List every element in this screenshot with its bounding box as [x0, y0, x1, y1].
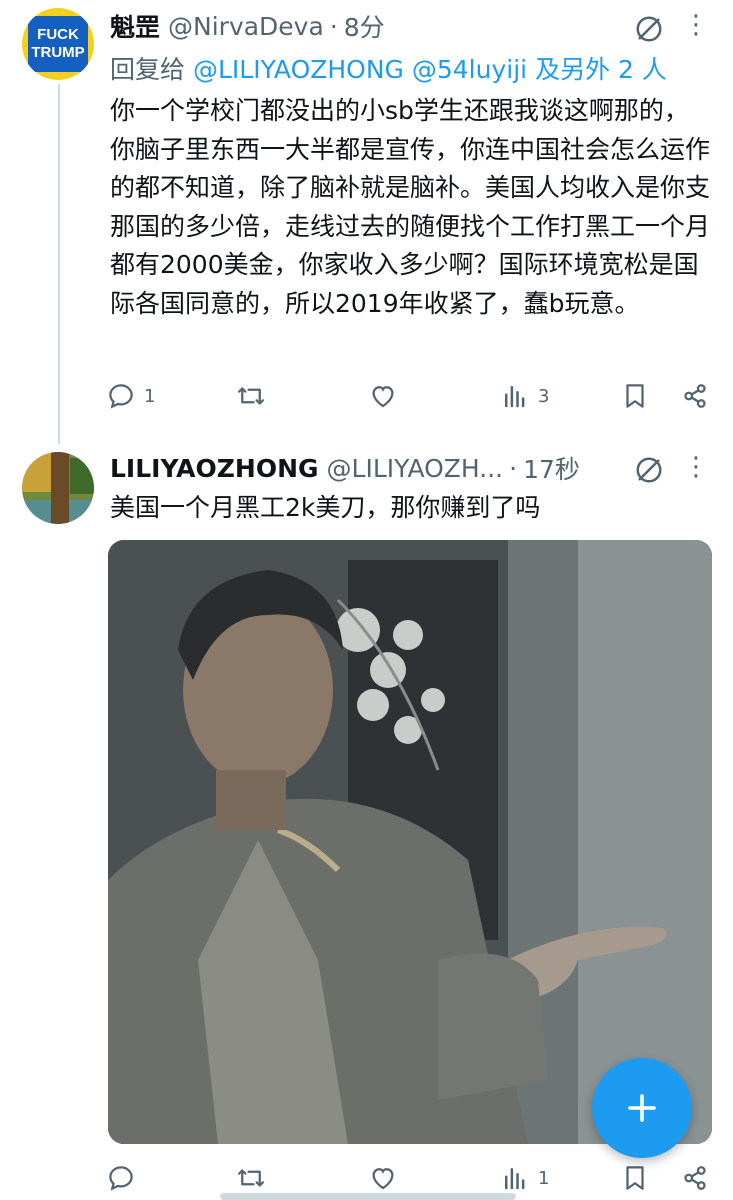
- timestamp[interactable]: 17秒: [523, 450, 580, 486]
- reply-others[interactable]: 及另外 2 人: [535, 55, 667, 84]
- reply-icon: [109, 384, 133, 409]
- separator: ·: [509, 453, 518, 483]
- retweet-icon: [238, 387, 264, 405]
- user-handle[interactable]: @NirvaDeva: [168, 12, 324, 41]
- tweet-actions: 1 3: [106, 374, 716, 418]
- avatar-text-line2: TRUMP: [31, 44, 85, 61]
- retweet-icon: [238, 1169, 264, 1187]
- tweet-header: 魁罡 @NirvaDeva · 8分: [110, 6, 630, 46]
- heart-icon: [372, 1168, 394, 1190]
- share-icon: [684, 1166, 706, 1190]
- share-button[interactable]: [680, 1156, 710, 1200]
- separator: ·: [329, 11, 338, 41]
- avatar-foliage: [70, 458, 94, 494]
- reply-button[interactable]: [106, 1156, 144, 1200]
- grok-icon[interactable]: [634, 14, 664, 44]
- analytics-icon: [505, 386, 525, 408]
- avatar-text-line1: FUCK: [37, 26, 79, 43]
- timestamp[interactable]: 8分: [344, 8, 385, 44]
- share-button[interactable]: [680, 374, 710, 418]
- share-icon: [684, 384, 706, 408]
- reply-count: 1: [144, 385, 156, 407]
- display-name[interactable]: LILIYAOZHONG: [110, 454, 319, 483]
- like-button[interactable]: [368, 374, 406, 418]
- compose-fab-button[interactable]: [592, 1058, 692, 1158]
- retweet-button[interactable]: [236, 374, 274, 418]
- heart-icon: [372, 386, 394, 408]
- plus-icon: [628, 1094, 656, 1122]
- reply-prefix: 回复给: [110, 55, 186, 84]
- bookmark-icon: [626, 384, 644, 408]
- reply-icon: [109, 1166, 133, 1191]
- reply-button[interactable]: 1: [106, 374, 155, 418]
- meme-photo: [108, 540, 712, 1144]
- tweet-text: 美国一个月黑工2k美刀，那你赚到了吗: [110, 493, 541, 522]
- avatar-foliage: [22, 452, 52, 492]
- views-button[interactable]: 3: [500, 374, 549, 418]
- thread-line: [58, 84, 60, 444]
- bookmark-button[interactable]: [620, 374, 650, 418]
- more-options-icon[interactable]: ⋮: [680, 452, 710, 482]
- reply-mentions[interactable]: @LILIYAOZHONG @54luyiji: [193, 55, 527, 84]
- avatar[interactable]: [22, 452, 94, 524]
- more-options-icon[interactable]: ⋮: [680, 10, 710, 40]
- avatar[interactable]: FUCK TRUMP: [22, 8, 94, 80]
- tweet-header: LILIYAOZHONG @LILIYAOZH... · 17秒: [110, 448, 630, 488]
- grok-icon[interactable]: [634, 455, 664, 485]
- bookmark-icon: [626, 1166, 644, 1190]
- bookmark-button[interactable]: [620, 1156, 650, 1200]
- display-name[interactable]: 魁罡: [110, 8, 160, 44]
- user-handle[interactable]: @LILIYAOZH...: [327, 454, 504, 483]
- view-count: 1: [538, 1167, 550, 1189]
- tweet-media-image[interactable]: [108, 540, 712, 1144]
- analytics-icon: [505, 1168, 525, 1190]
- tweet-text: 你一个学校门都没出的小sb学生还跟我谈这啊那的，你脑子里东西一大半都是宣传，你连…: [110, 96, 711, 318]
- avatar-tree-trunk: [51, 452, 69, 524]
- replying-to: 回复给 @LILIYAOZHONG @54luyiji 及另外 2 人: [110, 50, 667, 86]
- home-indicator[interactable]: [220, 1193, 516, 1200]
- avatar-logo: FUCK TRUMP: [28, 16, 88, 72]
- view-count: 3: [538, 385, 550, 407]
